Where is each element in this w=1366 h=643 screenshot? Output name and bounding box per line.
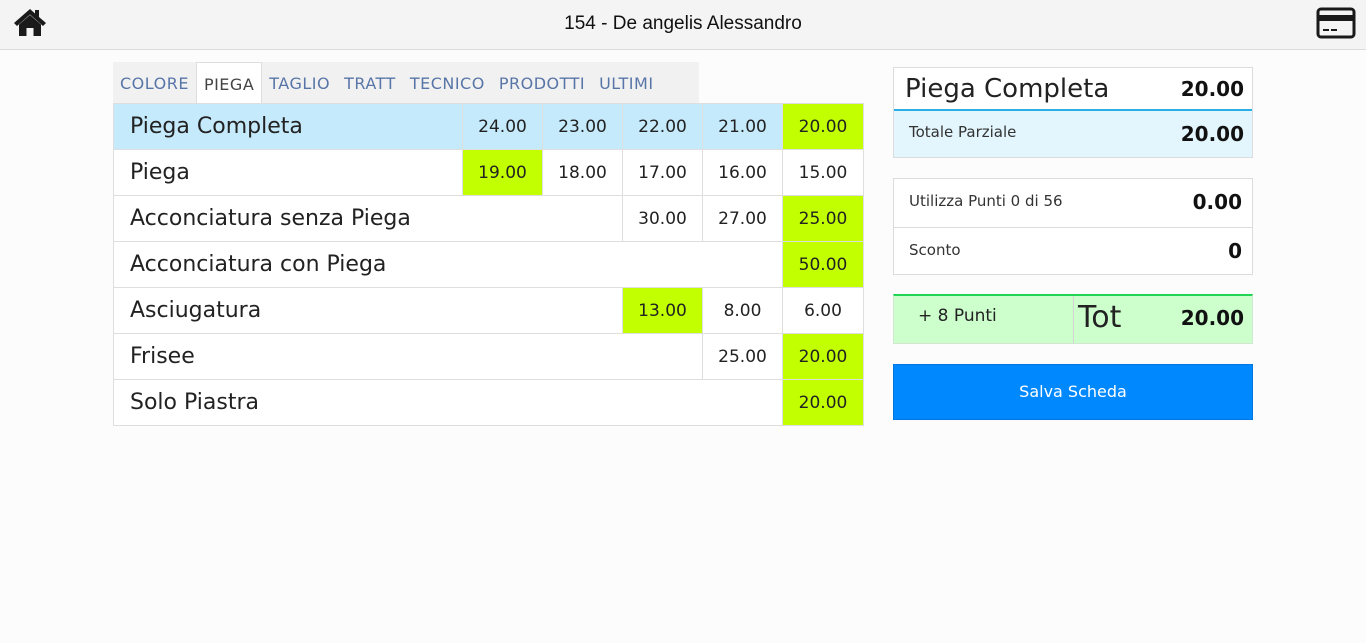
price-option[interactable]: 6.00 (782, 287, 864, 334)
service-name[interactable]: Piega Completa (113, 103, 463, 150)
tab-taglio[interactable]: TAGLIO (262, 62, 337, 104)
tab-prodotti[interactable]: PRODOTTI (492, 62, 592, 104)
selected-service-row[interactable]: Piega Completa 20.00 (894, 68, 1252, 111)
price-option[interactable]: 8.00 (702, 287, 783, 334)
points-discount-panel: Utilizza Punti 0 di 56 0.00 Sconto 0 (893, 178, 1253, 275)
service-row[interactable]: Solo Piastra 20.00 (113, 379, 864, 426)
price-option[interactable]: 22.00 (622, 103, 703, 150)
price-option-selected[interactable]: 20.00 (782, 103, 864, 150)
price-option-selected[interactable]: 50.00 (782, 241, 864, 288)
total-label: Tot (1078, 300, 1122, 335)
use-points-label: Utilizza Punti 0 di 56 (909, 192, 1063, 210)
service-row[interactable]: Frisee 25.00 20.00 (113, 333, 864, 380)
price-option[interactable]: 30.00 (622, 195, 703, 242)
use-points-value: 0.00 (1192, 190, 1242, 214)
price-option-selected[interactable]: 20.00 (782, 333, 864, 380)
tab-tecnico[interactable]: TECNICO (403, 62, 492, 104)
selected-service-panel: Piega Completa 20.00 Totale Parziale 20.… (893, 67, 1253, 158)
save-card-button[interactable]: Salva Scheda (893, 364, 1253, 420)
subtotal-value: 20.00 (1180, 122, 1244, 146)
selected-service-name: Piega Completa (905, 74, 1110, 104)
services-price-grid: Piega Completa 24.00 23.00 22.00 21.00 2… (113, 103, 864, 426)
price-option[interactable]: 23.00 (542, 103, 623, 150)
tab-piega[interactable]: PIEGA (195, 62, 263, 105)
price-option[interactable]: 24.00 (462, 103, 543, 150)
client-title: 154 - De angelis Alessandro (564, 13, 802, 34)
price-option-selected[interactable]: 25.00 (782, 195, 864, 242)
service-name[interactable]: Acconciatura con Piega (113, 241, 783, 288)
use-points-row[interactable]: Utilizza Punti 0 di 56 0.00 (894, 179, 1252, 228)
price-option-selected[interactable]: 19.00 (462, 149, 543, 196)
service-row[interactable]: Acconciatura senza Piega 30.00 27.00 25.… (113, 195, 864, 242)
total-value: 20.00 (1180, 306, 1244, 330)
discount-row[interactable]: Sconto 0 (894, 228, 1252, 276)
service-name[interactable]: Solo Piastra (113, 379, 783, 426)
price-option[interactable]: 15.00 (782, 149, 864, 196)
top-bar: 154 - De angelis Alessandro (0, 0, 1366, 50)
discount-value: 0 (1228, 239, 1242, 263)
price-option[interactable]: 21.00 (702, 103, 783, 150)
earned-points: + 8 Punti (918, 306, 997, 326)
category-tabs: COLORE PIEGA TAGLIO TRATT TECNICO PRODOT… (113, 62, 699, 105)
tab-ultimi[interactable]: ULTIMI (592, 62, 660, 104)
service-row[interactable]: Asciugatura 13.00 8.00 6.00 (113, 287, 864, 334)
service-name[interactable]: Acconciatura senza Piega (113, 195, 623, 242)
service-row[interactable]: Piega Completa 24.00 23.00 22.00 21.00 2… (113, 103, 864, 150)
service-name[interactable]: Frisee (113, 333, 703, 380)
price-option[interactable]: 27.00 (702, 195, 783, 242)
price-option-selected[interactable]: 13.00 (622, 287, 703, 334)
price-option[interactable]: 16.00 (702, 149, 783, 196)
tab-tratt[interactable]: TRATT (337, 62, 403, 104)
tab-colore[interactable]: COLORE (113, 62, 196, 104)
price-option-selected[interactable]: 20.00 (782, 379, 864, 426)
subtotal-label: Totale Parziale (909, 123, 1017, 141)
discount-label: Sconto (909, 241, 961, 259)
price-option[interactable]: 17.00 (622, 149, 703, 196)
selected-service-price: 20.00 (1180, 77, 1244, 101)
service-name[interactable]: Asciugatura (113, 287, 623, 334)
price-option[interactable]: 18.00 (542, 149, 623, 196)
subtotal-row: Totale Parziale 20.00 (894, 111, 1252, 157)
service-name[interactable]: Piega (113, 149, 463, 196)
price-option[interactable]: 25.00 (702, 333, 783, 380)
service-row[interactable]: Piega 19.00 18.00 17.00 16.00 15.00 (113, 149, 864, 196)
service-row[interactable]: Acconciatura con Piega 50.00 (113, 241, 864, 288)
total-panel: + 8 Punti Tot 20.00 (893, 294, 1253, 344)
credit-card-icon[interactable] (1316, 7, 1356, 39)
divider (1073, 296, 1074, 343)
